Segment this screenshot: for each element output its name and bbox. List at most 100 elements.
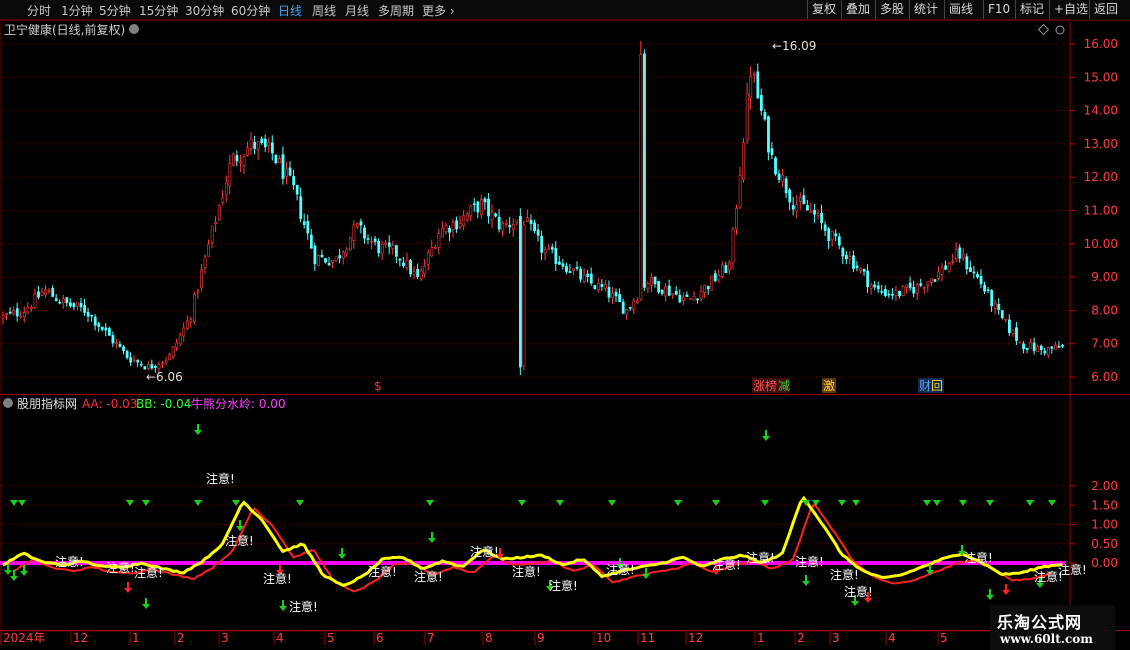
candle-body (575, 266, 579, 269)
candle-body (246, 147, 249, 156)
diamond-icon (1037, 23, 1050, 36)
candle-body (944, 265, 948, 270)
candle-body (465, 213, 469, 220)
event-marker-ji: 激 (823, 379, 835, 393)
candle-body (614, 291, 618, 297)
candle-body (579, 268, 583, 280)
candle-body (1050, 346, 1054, 349)
candle-body (515, 219, 519, 224)
candle-body (1011, 329, 1015, 334)
candle-body (480, 199, 483, 216)
candle-body (745, 93, 749, 141)
candle-body (873, 284, 877, 288)
candle-body (139, 363, 143, 366)
candle-body (19, 315, 23, 318)
candle-body (232, 153, 235, 166)
candle-body (611, 293, 614, 299)
candle-body (178, 334, 182, 345)
candle-body (313, 245, 317, 265)
candle-body (809, 210, 813, 213)
arrow-down-icon (232, 500, 240, 506)
signal-arrow-down-icon (642, 574, 650, 579)
candle-body (419, 270, 423, 280)
candle-body (621, 301, 625, 314)
candle-body (582, 275, 586, 282)
candle-body (501, 223, 505, 232)
candle-body (363, 227, 366, 239)
candle-body (285, 168, 288, 177)
candle-body (61, 298, 65, 304)
candle-body (997, 303, 1001, 310)
candle-body (976, 274, 979, 278)
candle-body (295, 184, 299, 195)
event-marker-jian: 减 (778, 379, 790, 393)
indicator-tick-label: 2.00 (1091, 479, 1118, 493)
signal-arrow-down-icon (20, 571, 28, 576)
candles (1, 41, 1064, 376)
candle-body (423, 266, 427, 275)
candle-body (157, 364, 161, 369)
candle-body (476, 201, 480, 213)
price-tick-label: 11.00 (1084, 204, 1118, 218)
arrow-down-icon (556, 500, 564, 506)
candle-body (795, 204, 799, 212)
candle-body (185, 320, 189, 329)
candle-body (483, 198, 487, 203)
time-label: 8 (485, 631, 493, 645)
candle-body (200, 269, 203, 289)
candle-body (905, 284, 909, 288)
candle-body (217, 205, 221, 221)
candle-body (543, 249, 547, 254)
signal-arrow-down-icon (338, 554, 346, 559)
candle-body (327, 263, 331, 266)
candle-body (242, 156, 246, 166)
candle-body (69, 302, 72, 307)
indicator-aa-value: AA: -0.03 (82, 397, 137, 411)
candle-body (845, 254, 848, 260)
signal-arrow-down-icon (279, 606, 287, 611)
candle-body (100, 326, 104, 330)
signal-arrow-stem (13, 570, 15, 577)
warning-label: 注意! (289, 599, 318, 614)
candle-body (919, 283, 923, 286)
candle-body (228, 162, 232, 186)
price-tick-label: 10.00 (1084, 237, 1118, 251)
price-tick-label: 9.00 (1091, 270, 1118, 284)
time-label: 10 (596, 631, 611, 645)
candle-body (1018, 341, 1022, 344)
arrow-down-icon (852, 500, 860, 506)
warning-label: 注意! (263, 571, 292, 586)
candle-body (565, 265, 568, 272)
candle-body (44, 289, 48, 296)
candle-body (260, 138, 264, 144)
candle-body (299, 196, 303, 219)
candle-body (774, 157, 777, 175)
candle-body (182, 327, 186, 337)
candle-body (253, 141, 257, 149)
candle-body (667, 285, 671, 296)
candle-body (731, 229, 735, 264)
indicator-tick-label: 0.00 (1091, 556, 1118, 570)
warning-label: 注意! (206, 471, 235, 486)
event-marker-cai: 财 (919, 379, 931, 393)
candle-body (65, 297, 69, 304)
signal-arrow-stem (989, 589, 991, 596)
time-label: 4 (888, 631, 896, 645)
candle-body (203, 256, 207, 268)
candle-body (1000, 310, 1004, 319)
candle-body (387, 242, 391, 247)
arrow-down-icon (933, 500, 941, 506)
candle-body (915, 284, 919, 294)
candle-body (15, 308, 19, 317)
candle-body (22, 312, 26, 318)
candle-body (717, 275, 721, 281)
candle-body (168, 354, 172, 361)
candle-body (352, 224, 356, 241)
candle-body (671, 292, 675, 296)
candle-body (593, 285, 597, 289)
candle-body (596, 282, 600, 291)
candle-body (40, 292, 44, 296)
candle-body (674, 290, 678, 295)
candle-body (618, 294, 622, 303)
signal-arrow-stem (127, 582, 129, 589)
